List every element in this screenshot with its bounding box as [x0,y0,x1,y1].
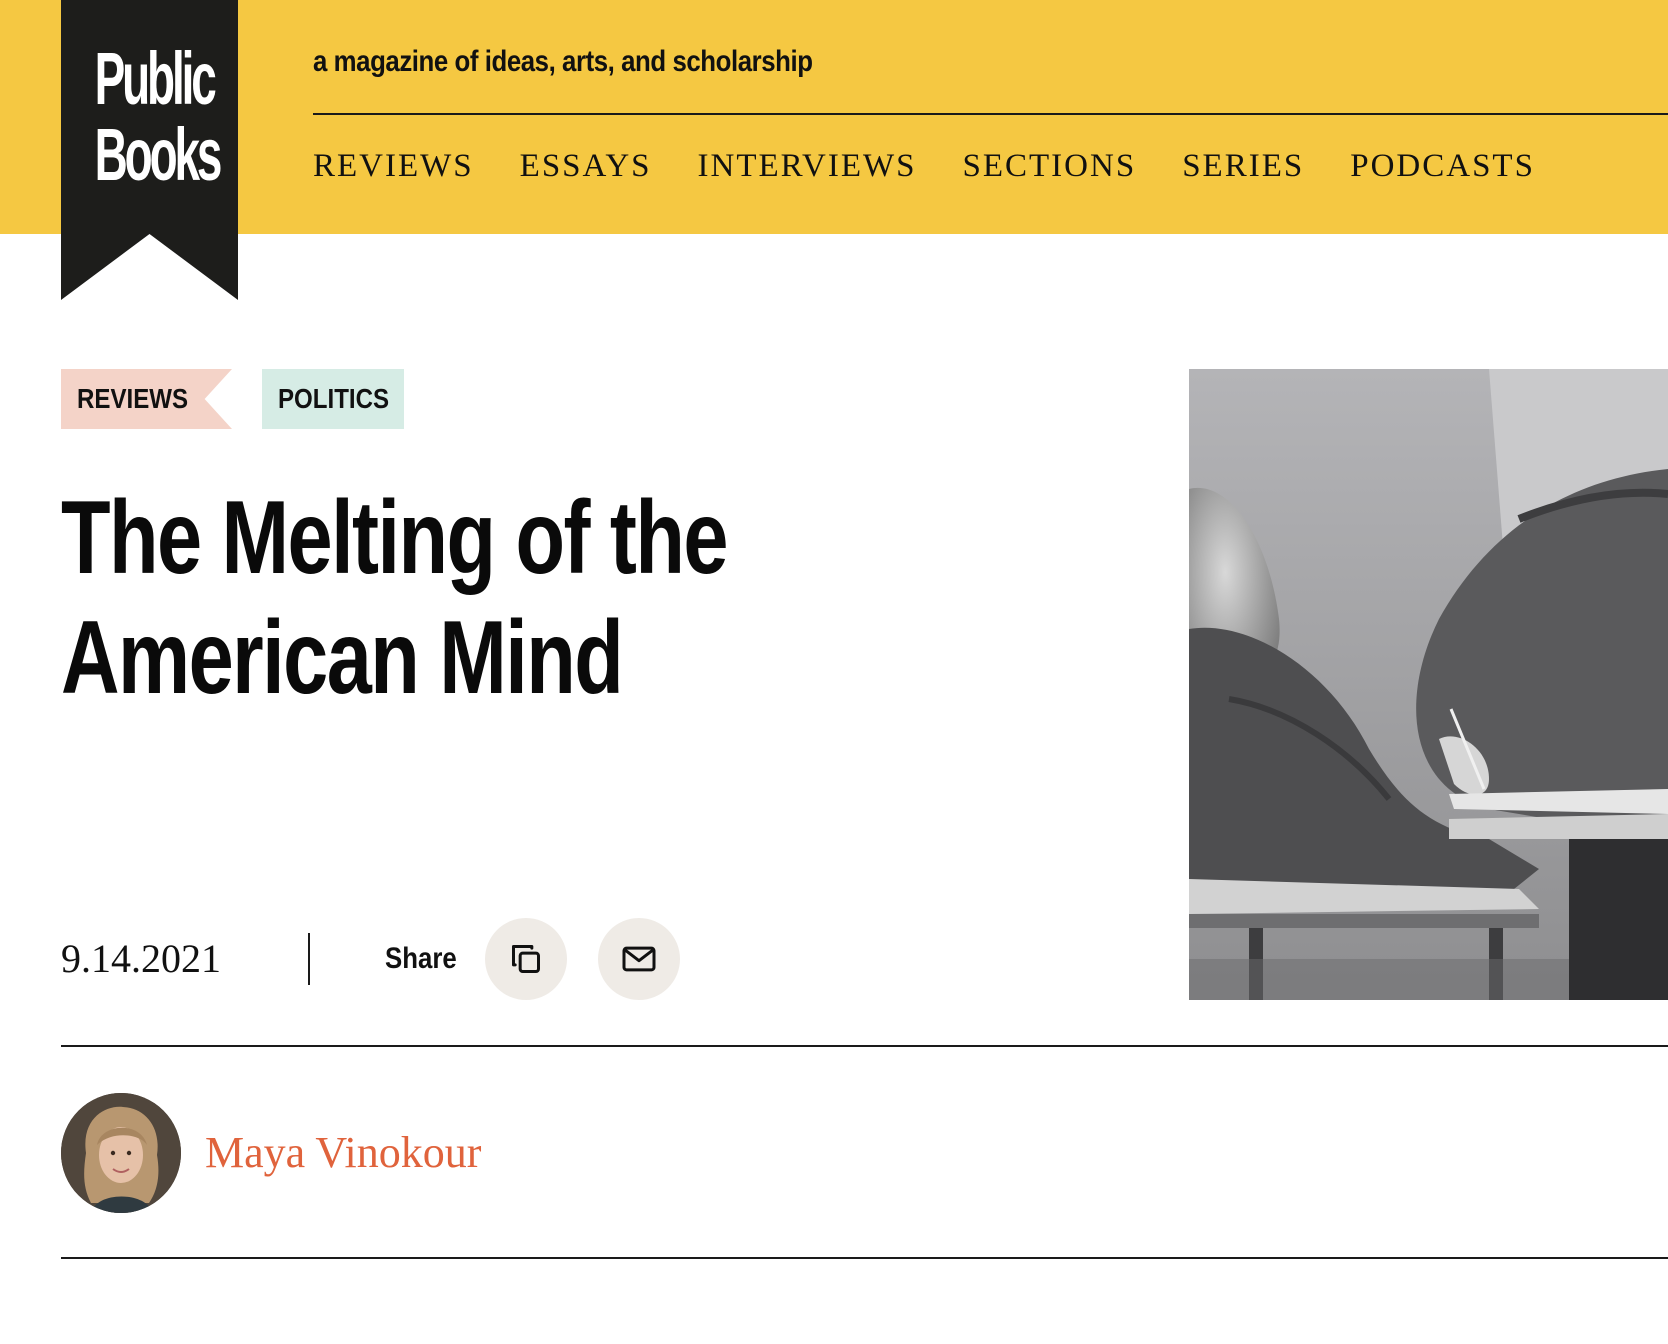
tag-politics[interactable]: POLITICS [262,369,404,429]
meta-divider [308,933,310,985]
main-nav: REVIEWS ESSAYS INTERVIEWS SECTIONS SERIE… [313,144,1535,188]
hero-image [1189,369,1668,1000]
section-divider-bottom [61,1257,1668,1259]
author-name-link[interactable]: Maya Vinokour [205,1125,481,1181]
author-avatar[interactable] [61,1093,181,1213]
site-header: a magazine of ideas, arts, and scholarsh… [0,0,1668,234]
author-portrait [61,1093,181,1213]
copy-link-icon [512,945,540,973]
logo-word-books: Books [94,113,223,196]
logo-word-public: Public [94,37,217,120]
nav-item-series[interactable]: SERIES [1182,144,1304,188]
nav-item-podcasts[interactable]: PODCASTS [1350,144,1535,188]
tag-reviews-label: REVIEWS [77,383,189,414]
nav-item-reviews[interactable]: REVIEWS [313,144,474,188]
article-title-line-1: The Melting of the [61,480,728,596]
publish-date: 9.14.2021 [61,936,221,981]
nav-item-sections[interactable]: SECTIONS [963,144,1137,188]
tag-reviews[interactable]: REVIEWS [61,369,232,429]
nav-item-interviews[interactable]: INTERVIEWS [698,144,917,188]
site-tagline: a magazine of ideas, arts, and scholarsh… [313,45,813,78]
tag-politics-label: POLITICS [278,383,390,414]
article-title: The Melting of the American Mind [61,478,1061,718]
article-title-line-2: American Mind [61,600,624,716]
email-icon [622,946,656,972]
nav-divider [313,113,1668,115]
site-logo[interactable]: Public Books [61,0,238,300]
share-label: Share [385,942,457,975]
email-share-button[interactable] [598,918,680,1000]
nav-item-essays[interactable]: ESSAYS [520,144,652,188]
hero-photo [1189,369,1668,1000]
section-divider-top [61,1045,1668,1047]
copy-link-button[interactable] [485,918,567,1000]
